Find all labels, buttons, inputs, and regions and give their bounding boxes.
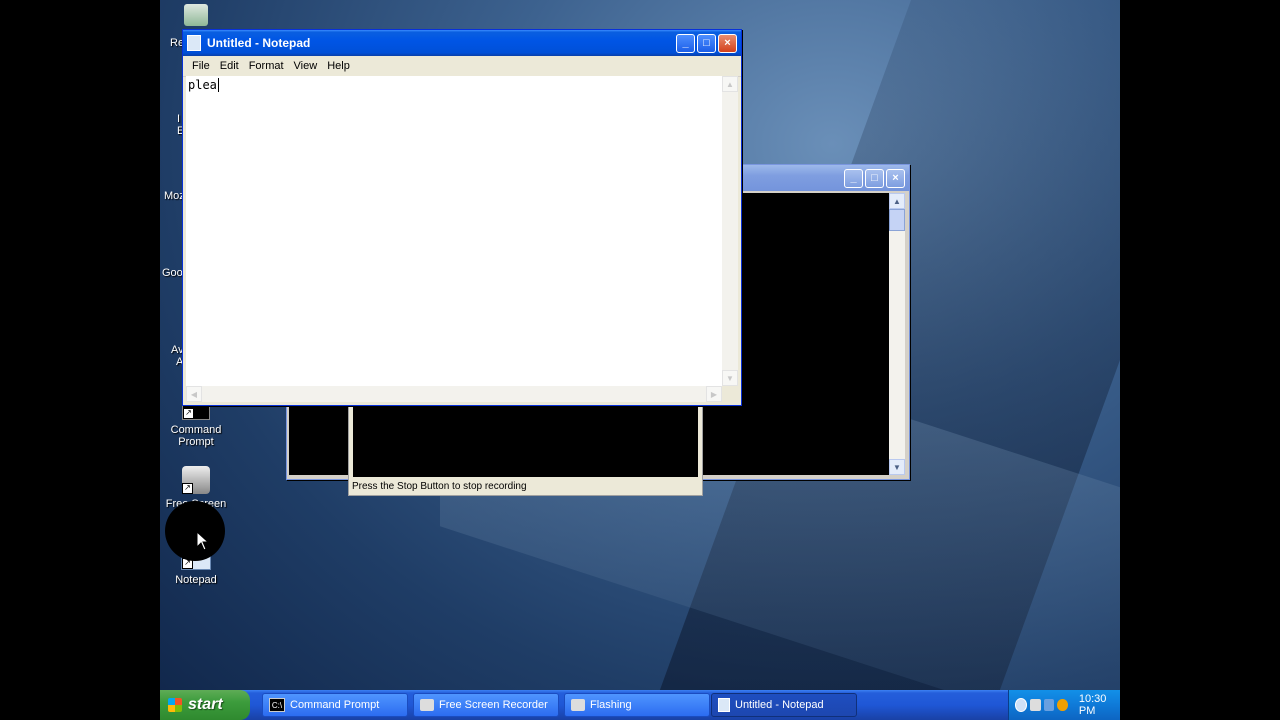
desktop-label-partial: I: [177, 113, 181, 125]
desktop-label-partial: Goo: [162, 267, 183, 279]
camera-tray-icon[interactable]: [1030, 699, 1041, 711]
start-button[interactable]: start: [160, 690, 250, 720]
camera-icon: [420, 699, 434, 711]
clock[interactable]: 10:30 PM: [1079, 693, 1120, 717]
recycle-bin-icon[interactable]: [184, 4, 208, 26]
taskbar-item-label: Command Prompt: [290, 699, 380, 711]
menu-format[interactable]: Format: [244, 60, 289, 72]
recorder-status-text: Press the Stop Button to stop recording: [352, 481, 527, 492]
recorder-panel[interactable]: Press the Stop Button to stop recording: [348, 400, 703, 496]
scroll-up-icon[interactable]: ▲: [722, 76, 738, 92]
menu-view[interactable]: View: [289, 60, 323, 72]
app-tray-icon[interactable]: [1057, 699, 1068, 711]
scroll-left-icon[interactable]: ◀: [186, 386, 202, 402]
windows-logo-icon: [168, 698, 182, 712]
menu-edit[interactable]: Edit: [215, 60, 244, 72]
scroll-up-icon[interactable]: ▲: [889, 193, 905, 209]
taskbar-item-notepad[interactable]: Untitled - Notepad: [711, 693, 857, 717]
scroll-down-icon[interactable]: ▼: [722, 370, 738, 386]
text-editor[interactable]: plea: [186, 76, 722, 386]
menu-bar: File Edit Format View Help: [183, 56, 741, 77]
taskbar-item-flashing[interactable]: Flashing: [564, 693, 710, 717]
mouse-cursor-icon: [196, 531, 210, 551]
cmd-icon: C:\: [269, 698, 285, 712]
network-icon[interactable]: [1043, 699, 1055, 711]
taskbar-item-label: Untitled - Notepad: [735, 699, 824, 711]
console-scrollbar[interactable]: ▲ ▼: [889, 193, 905, 475]
free-screen-recorder-icon: ↗: [182, 466, 210, 494]
recorder-preview: [353, 405, 698, 477]
text-caret: [218, 78, 219, 92]
system-tray: 10:30 PM: [1008, 690, 1120, 720]
window-title: Untitled - Notepad: [207, 36, 311, 50]
editor-vertical-scrollbar[interactable]: ▲ ▼: [722, 76, 738, 386]
notepad-icon: [718, 698, 730, 712]
start-label: start: [188, 696, 223, 713]
maximize-button[interactable]: □: [865, 168, 884, 188]
scroll-down-icon[interactable]: ▼: [889, 459, 905, 475]
menu-help[interactable]: Help: [322, 60, 355, 72]
taskbar-item-free-screen-recorder[interactable]: Free Screen Recorder: [413, 693, 559, 717]
camera-icon: [571, 699, 585, 711]
taskbar-item-command-prompt[interactable]: C:\ Command Prompt: [262, 693, 408, 717]
shortcut-arrow-icon: ↗: [182, 483, 193, 494]
taskbar-item-label: Flashing: [590, 699, 632, 711]
scroll-right-icon[interactable]: ▶: [706, 386, 722, 402]
editor-content: plea: [188, 78, 217, 92]
scroll-thumb[interactable]: [889, 209, 905, 231]
shortcut-arrow-icon: ↗: [183, 408, 194, 419]
close-button[interactable]: ×: [886, 168, 905, 188]
desktop-icon-label: Command Prompt: [170, 424, 222, 448]
command-prompt-icon: ↗: [182, 404, 210, 420]
back-arrow-icon[interactable]: [1015, 698, 1028, 712]
minimize-button[interactable]: _: [676, 33, 695, 53]
close-button[interactable]: ×: [718, 33, 737, 53]
editor-horizontal-scrollbar[interactable]: ◀ ▶: [186, 386, 722, 402]
desktop-icon-label: Notepad: [175, 574, 217, 586]
cursor-highlight: [165, 501, 225, 561]
notepad-window[interactable]: Untitled - Notepad _ □ × File Edit Forma…: [182, 29, 742, 406]
desktop: Re I E Moz Goo Av A ↗ Command Prompt ↗ F…: [160, 0, 1120, 720]
taskbar: start C:\ Command Prompt Free Screen Rec…: [160, 690, 1120, 720]
notepad-titlebar[interactable]: Untitled - Notepad _ □ ×: [183, 30, 741, 56]
taskbar-item-label: Free Screen Recorder: [439, 699, 548, 711]
notepad-icon: [187, 35, 201, 51]
maximize-button[interactable]: □: [697, 33, 716, 53]
minimize-button[interactable]: _: [844, 168, 863, 188]
menu-file[interactable]: File: [187, 60, 215, 72]
